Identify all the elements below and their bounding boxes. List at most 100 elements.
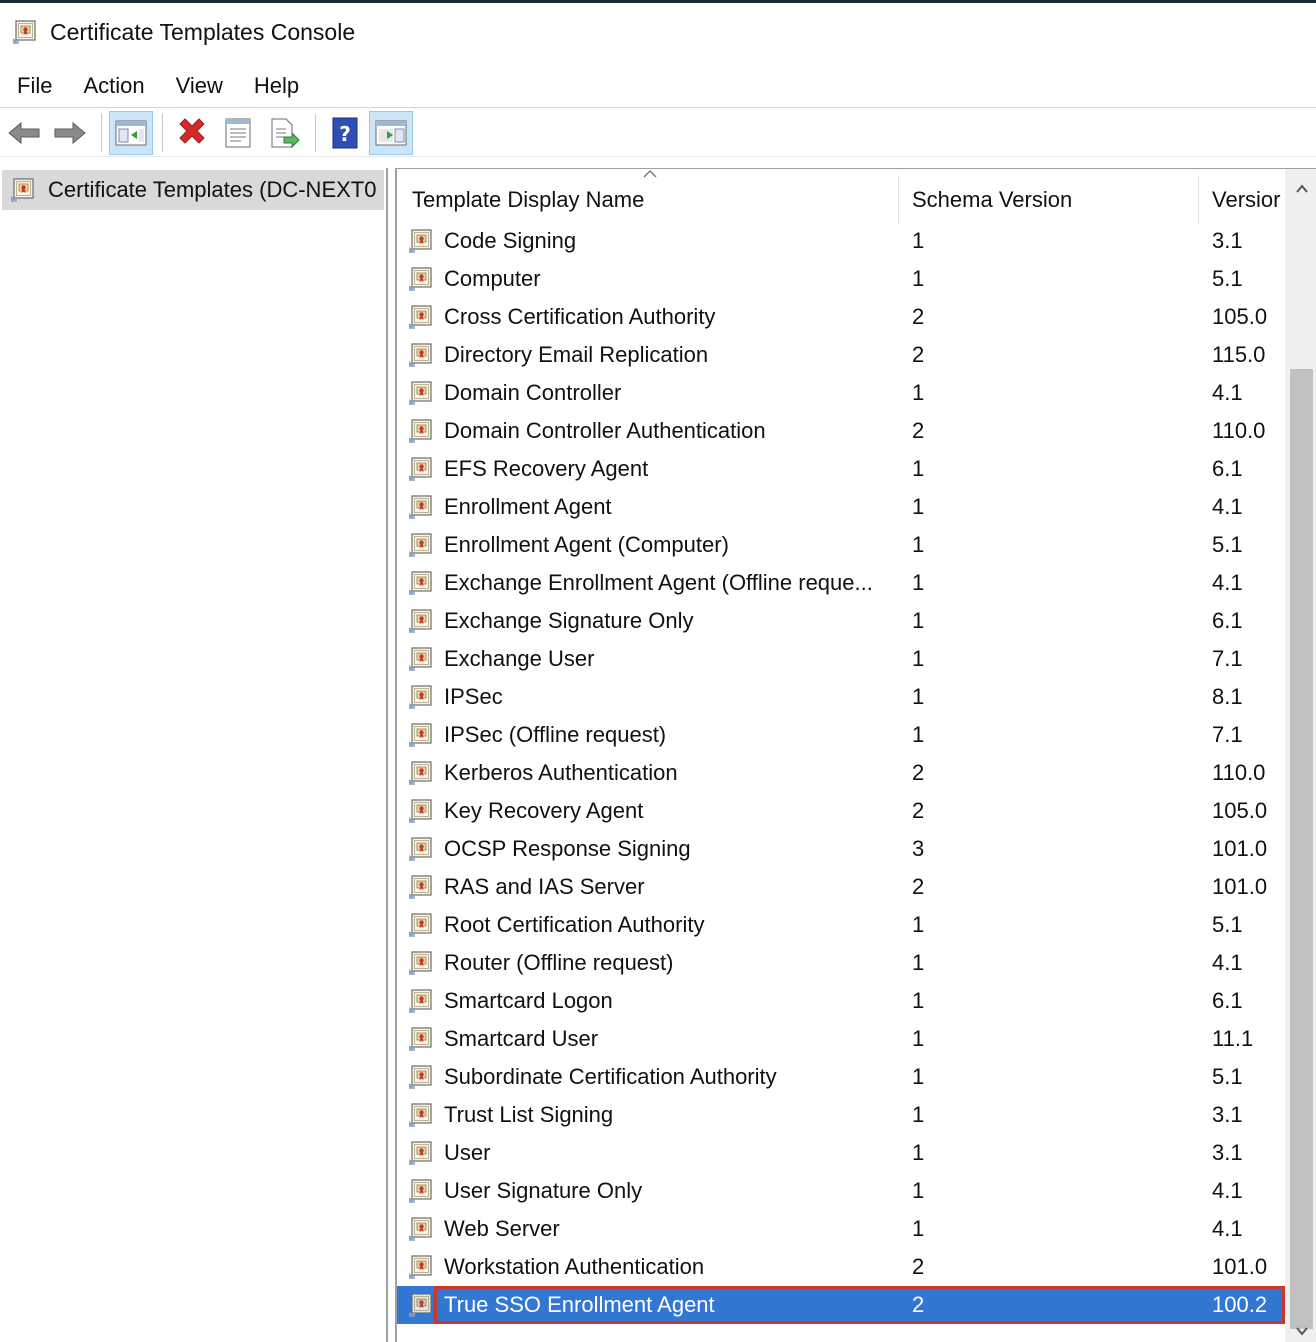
certificate-template-icon xyxy=(408,1178,434,1204)
table-row[interactable]: Root Certification Authority 1 5.1 xyxy=(397,906,1283,944)
template-name-cell: Exchange Enrollment Agent (Offline reque… xyxy=(444,570,873,595)
schema-version-cell: 1 xyxy=(912,570,925,595)
properties-button[interactable] xyxy=(216,111,260,155)
template-name-cell: Workstation Authentication xyxy=(444,1254,705,1279)
table-row[interactable]: Trust List Signing 1 3.1 xyxy=(397,1096,1283,1134)
certificate-template-icon xyxy=(408,684,434,710)
table-row[interactable]: Smartcard User 1 11.1 xyxy=(397,1020,1283,1058)
show-hide-console-tree-button[interactable] xyxy=(109,110,153,155)
table-row[interactable]: Exchange User 1 7.1 xyxy=(397,640,1283,678)
table-row[interactable]: Key Recovery Agent 2 105.0 xyxy=(397,792,1283,830)
table-row[interactable]: Smartcard Logon 1 6.1 xyxy=(397,982,1283,1020)
menu-view[interactable]: View xyxy=(165,67,234,105)
table-row[interactable]: Domain Controller Authentication 2 110.0 xyxy=(397,412,1283,450)
schema-version-cell: 1 xyxy=(912,228,925,253)
template-name-cell: Smartcard Logon xyxy=(444,988,613,1013)
table-row[interactable]: IPSec 1 8.1 xyxy=(397,678,1283,716)
certificate-template-icon xyxy=(408,988,434,1014)
table-row[interactable]: Web Server 1 4.1 xyxy=(397,1210,1283,1248)
template-name-cell: Smartcard User xyxy=(444,1026,599,1051)
menu-help[interactable]: Help xyxy=(243,67,310,105)
table-row[interactable]: IPSec (Offline request) 1 7.1 xyxy=(397,716,1283,754)
console-tree: Certificate Templates (DC-NEXT0 xyxy=(0,168,388,1342)
schema-version-cell: 2 xyxy=(912,418,925,443)
show-hide-console-tree-icon xyxy=(115,120,147,145)
certificate-template-icon xyxy=(408,1140,434,1166)
table-row[interactable]: Enrollment Agent (Computer) 1 5.1 xyxy=(397,526,1283,564)
version-cell: 5.1 xyxy=(1212,912,1243,937)
menu-action[interactable]: Action xyxy=(72,67,155,105)
certificate-template-icon xyxy=(408,1026,434,1052)
table-row[interactable]: User Signature Only 1 4.1 xyxy=(397,1172,1283,1210)
help-button[interactable]: ? xyxy=(323,111,367,155)
forward-button[interactable] xyxy=(48,111,92,155)
version-cell: 3.1 xyxy=(1212,1140,1243,1165)
back-icon xyxy=(8,121,40,144)
schema-version-cell: 1 xyxy=(912,1102,925,1127)
template-name-cell: Domain Controller Authentication xyxy=(444,418,766,443)
delete-button[interactable] xyxy=(170,111,214,155)
certificate-template-icon xyxy=(408,1254,434,1280)
table-row[interactable]: Domain Controller 1 4.1 xyxy=(397,374,1283,412)
properties-icon xyxy=(225,118,251,147)
schema-version-cell: 1 xyxy=(912,456,925,481)
table-row[interactable]: Workstation Authentication 2 101.0 xyxy=(397,1248,1283,1286)
certificate-template-icon xyxy=(408,304,434,330)
certificate-template-icon xyxy=(408,266,434,292)
version-cell: 6.1 xyxy=(1212,456,1243,481)
toolbar: ? xyxy=(0,109,1316,157)
schema-version-cell: 1 xyxy=(912,494,925,519)
version-cell: 8.1 xyxy=(1212,684,1243,709)
column-header-schema-version[interactable]: Schema Version xyxy=(899,175,1199,225)
template-name-cell: Cross Certification Authority xyxy=(444,304,716,329)
table-row[interactable]: Computer 1 5.1 xyxy=(397,260,1283,298)
table-row[interactable]: Router (Offline request) 1 4.1 xyxy=(397,944,1283,982)
schema-version-cell: 2 xyxy=(912,1292,925,1317)
menu-file[interactable]: File xyxy=(6,67,63,105)
certificate-template-icon xyxy=(408,950,434,976)
table-row[interactable]: User 1 3.1 xyxy=(397,1134,1283,1172)
certificate-template-icon xyxy=(408,798,434,824)
certificate-template-icon xyxy=(408,456,434,482)
scroll-down-button[interactable] xyxy=(1285,1319,1316,1342)
schema-version-cell: 3 xyxy=(912,836,925,861)
table-row[interactable]: Exchange Enrollment Agent (Offline reque… xyxy=(397,564,1283,602)
export-list-button[interactable] xyxy=(262,111,306,155)
table-row[interactable]: EFS Recovery Agent 1 6.1 xyxy=(397,450,1283,488)
scrollbar-thumb[interactable] xyxy=(1290,369,1313,1329)
schema-version-cell: 2 xyxy=(912,760,925,785)
template-name-cell: Router (Offline request) xyxy=(444,950,674,975)
table-row[interactable]: Subordinate Certification Authority 1 5.1 xyxy=(397,1058,1283,1096)
certificate-template-icon xyxy=(408,494,434,520)
back-button[interactable] xyxy=(2,111,46,155)
table-row[interactable]: Cross Certification Authority 2 105.0 xyxy=(397,298,1283,336)
table-row[interactable]: Directory Email Replication 2 115.0 xyxy=(397,336,1283,374)
version-cell: 105.0 xyxy=(1212,798,1268,823)
template-name-cell: Exchange Signature Only xyxy=(444,608,694,633)
scroll-up-button[interactable] xyxy=(1285,169,1316,209)
table-row[interactable]: RAS and IAS Server 2 101.0 xyxy=(397,868,1283,906)
show-hide-action-pane-icon xyxy=(375,120,407,145)
template-list-pane: Template Display Name Schema Version Ver… xyxy=(395,168,1316,1342)
template-name-cell: Root Certification Authority xyxy=(444,912,705,937)
table-row-selected[interactable]: True SSO Enrollment Agent 2 100.2 xyxy=(397,1286,1285,1324)
title-bar: Certificate Templates Console xyxy=(0,3,1316,61)
version-cell: 4.1 xyxy=(1212,1178,1243,1203)
version-cell: 7.1 xyxy=(1212,646,1243,671)
table-row[interactable]: Kerberos Authentication 2 110.0 xyxy=(397,754,1283,792)
tree-item-certificate-templates[interactable]: Certificate Templates (DC-NEXT0 xyxy=(2,170,384,210)
table-row[interactable]: Code Signing 1 3.1 xyxy=(397,222,1283,260)
column-header-template-display-name[interactable]: Template Display Name xyxy=(399,175,899,225)
export-list-icon xyxy=(271,118,300,148)
window-title: Certificate Templates Console xyxy=(50,18,356,45)
version-cell: 5.1 xyxy=(1212,1064,1243,1089)
column-header-version[interactable]: Versior xyxy=(1199,175,1283,225)
table-row[interactable]: Exchange Signature Only 1 6.1 xyxy=(397,602,1283,640)
vertical-scrollbar[interactable] xyxy=(1285,169,1316,1342)
certificate-template-icon xyxy=(408,722,434,748)
version-cell: 4.1 xyxy=(1212,570,1243,595)
table-row[interactable]: Enrollment Agent 1 4.1 xyxy=(397,488,1283,526)
show-hide-action-pane-button[interactable] xyxy=(369,110,413,155)
template-name-cell: Directory Email Replication xyxy=(444,342,709,367)
table-row[interactable]: OCSP Response Signing 3 101.0 xyxy=(397,830,1283,868)
